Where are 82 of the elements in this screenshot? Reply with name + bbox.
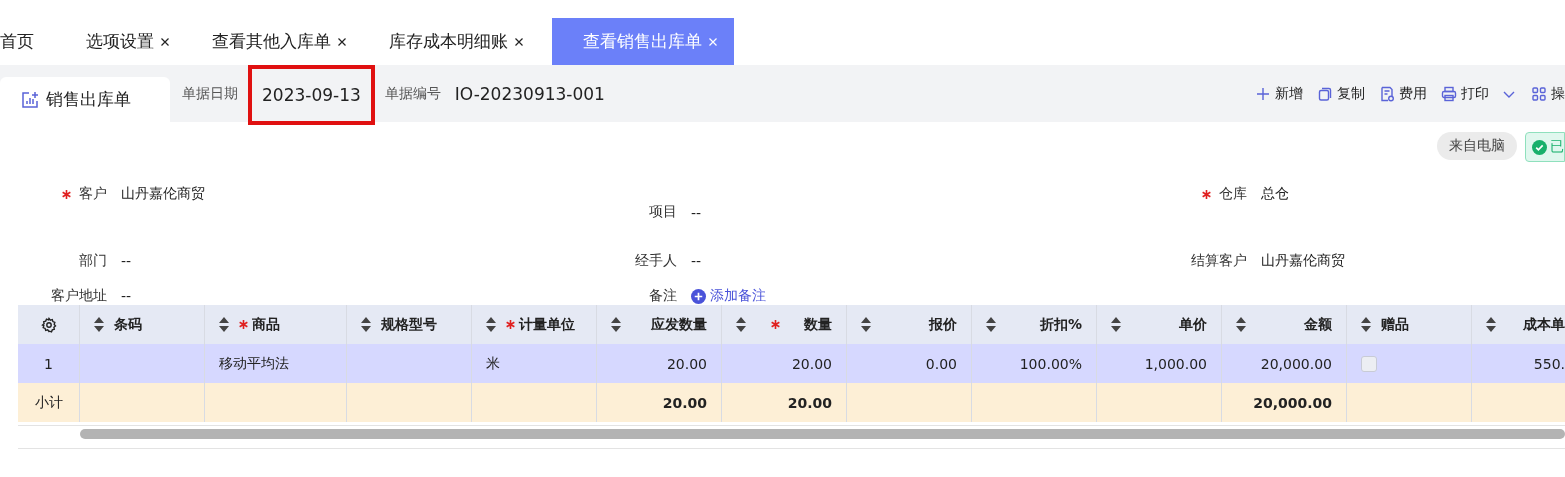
field-label: 仓库 — [1219, 185, 1247, 203]
document-number: IO-20230913-001 — [454, 82, 605, 106]
checkbox[interactable] — [1361, 355, 1377, 372]
toolbar-button[interactable]: 操 — [1531, 84, 1565, 103]
column-header: 金额 — [1304, 315, 1332, 334]
table-cell: 100.00% — [1019, 355, 1082, 372]
check-circle-icon — [1532, 139, 1547, 155]
column-header: 商品 — [252, 315, 280, 334]
sort-icon[interactable] — [486, 317, 496, 332]
document-icon — [1379, 85, 1395, 102]
sort-icon[interactable] — [361, 317, 371, 332]
column-header: 报价 — [929, 315, 957, 334]
table-cell: 1,000.00 — [1144, 355, 1207, 372]
column-header: 计量单位 — [519, 315, 575, 334]
toolbar-button[interactable]: 复制 — [1317, 84, 1365, 103]
field-value: 总仓 — [1261, 185, 1289, 203]
tab[interactable]: 库存成本明细账 — [369, 18, 546, 65]
column-header: 折扣% — [1039, 315, 1082, 334]
field-label: 客户 — [79, 185, 107, 203]
column-header: 数量 — [804, 315, 832, 334]
field-value: -- — [691, 253, 702, 269]
document-tab[interactable]: 销售出库单 — [0, 77, 170, 122]
add-note-link[interactable]: 添加备注 — [691, 287, 766, 305]
toolbar-button[interactable]: 费用 — [1379, 84, 1427, 103]
plus-icon — [1255, 85, 1271, 102]
tab[interactable]: 查看其他入库单 — [192, 18, 369, 65]
table-cell: 20,000.00 — [1253, 394, 1332, 411]
field-label: 备注 — [648, 287, 678, 305]
sort-icon[interactable] — [611, 317, 621, 332]
printer-icon — [1441, 85, 1457, 102]
field-label: 经手人 — [634, 252, 678, 270]
column-header: 规格型号 — [381, 315, 437, 334]
sort-icon[interactable] — [986, 317, 996, 332]
field-value: 山丹嘉伦商贸 — [1261, 252, 1345, 270]
column-header: 条码 — [114, 315, 142, 334]
table-cell: 550. — [1533, 355, 1565, 372]
tab[interactable]: 选项设置 — [66, 18, 192, 65]
field-value: -- — [691, 205, 702, 221]
field-label: 项目 — [648, 203, 678, 221]
grid-icon — [1531, 85, 1547, 102]
table-cell: 小计 — [34, 393, 63, 412]
chart-icon — [20, 89, 40, 110]
sort-icon[interactable] — [1486, 317, 1496, 332]
plus-circle-icon — [691, 288, 706, 304]
sort-icon[interactable] — [861, 317, 871, 332]
table-cell: 20.00 — [662, 394, 707, 411]
sort-icon[interactable] — [1236, 317, 1246, 332]
sort-icon[interactable] — [736, 317, 746, 332]
sort-icon[interactable] — [1361, 317, 1371, 332]
date-value: 2023-09-13 — [248, 65, 375, 125]
table-cell: 20.00 — [787, 394, 832, 411]
toolbar-button[interactable]: 打印 — [1441, 84, 1517, 103]
field-label: 单据日期 — [182, 83, 238, 103]
column-header: 赠品 — [1381, 315, 1409, 334]
source-badge: 来自电脑 — [1437, 132, 1517, 160]
status-badge: 已 — [1525, 132, 1565, 162]
sort-icon[interactable] — [1111, 317, 1121, 332]
field-value: -- — [121, 253, 132, 269]
field-label: 客户地址 — [50, 287, 108, 305]
scrollbar[interactable] — [80, 429, 1565, 439]
field-label: 单据编号 — [384, 83, 441, 103]
column-header: 成本单 — [1523, 315, 1565, 334]
column-header: 应发数量 — [651, 315, 707, 334]
copy-icon — [1317, 85, 1333, 102]
column-header: 单价 — [1179, 315, 1207, 334]
sort-icon[interactable] — [94, 317, 104, 332]
table-cell: 0.00 — [925, 355, 957, 372]
sort-icon[interactable] — [219, 317, 229, 332]
toolbar-button[interactable]: 新增 — [1255, 84, 1303, 103]
table-cell: 20.00 — [666, 355, 707, 372]
table-cell: 米 — [486, 354, 500, 373]
table-row[interactable]: 1 移动平均法 米 20.00 20.00 0.00 100.00% 1,000.00 20,000.00 550. — [18, 344, 1565, 383]
field-value: 山丹嘉伦商贸 — [121, 185, 205, 203]
table-cell: 20,000.00 — [1260, 355, 1332, 372]
field-value: -- — [121, 288, 132, 304]
table-cell: 移动平均法 — [219, 354, 289, 373]
table-cell: 1 — [44, 355, 53, 372]
table-cell: 20.00 — [791, 355, 832, 372]
tab[interactable]: 首页 — [0, 18, 66, 65]
field-label: 结算客户 — [1190, 252, 1248, 270]
field-label: 部门 — [78, 252, 108, 270]
settings-icon — [40, 316, 57, 333]
